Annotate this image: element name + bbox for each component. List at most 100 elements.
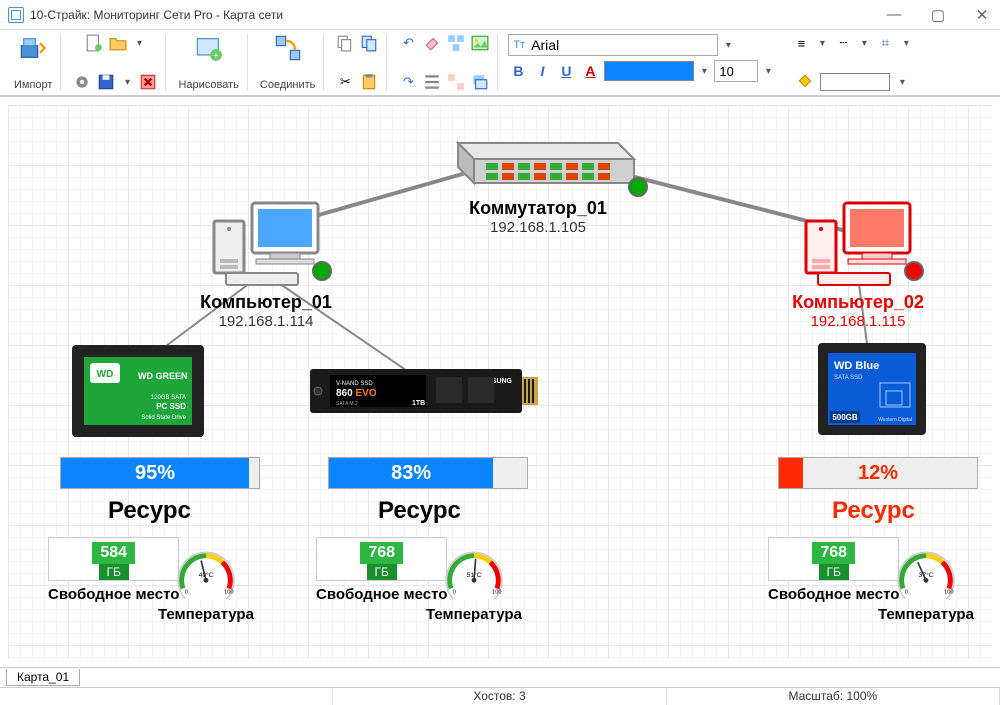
image-icon[interactable] <box>471 34 489 52</box>
font-color-button[interactable]: A <box>580 61 600 81</box>
status-zoom: Масштаб: 100% <box>667 688 1000 705</box>
ungroup-icon[interactable] <box>447 73 465 91</box>
group-icon[interactable] <box>447 34 465 52</box>
svg-text:0: 0 <box>453 589 456 595</box>
underline-button[interactable]: U <box>556 61 576 81</box>
switch-status-dot <box>628 177 648 197</box>
status-bar: Хостов: 3 Масштаб: 100% <box>0 687 1000 705</box>
tool-group-clipboard: ✂ <box>328 34 387 91</box>
svg-text:PC SSD: PC SSD <box>156 402 186 411</box>
network-map[interactable]: Коммутатор_01 192.168.1.105 Компьютер_01… <box>8 105 992 659</box>
open-dropdown[interactable]: ▾ <box>133 38 145 49</box>
svg-text:0: 0 <box>905 589 908 595</box>
size-dropdown[interactable]: ▾ <box>762 66 774 77</box>
minimize-button[interactable]: — <box>884 6 904 24</box>
tool-group-connect: Соединить <box>252 34 325 91</box>
disk2[interactable]: V-NAND SSD 860 EVO SATA M.2 1TB SAMSUNG <box>308 363 540 424</box>
redo-icon[interactable]: ↷ <box>399 73 417 91</box>
draw-icon[interactable]: + <box>195 34 223 62</box>
pc2-ip: 192.168.1.115 <box>788 313 928 330</box>
open-folder-icon[interactable] <box>109 34 127 52</box>
switch-name: Коммутатор_01 <box>438 198 638 219</box>
pc2-status-dot <box>904 261 924 281</box>
disk1[interactable]: WD WD GREEN 120GB SATA PC SSD Solid Stat… <box>68 341 208 446</box>
connect-icon[interactable] <box>274 34 302 62</box>
delete-icon[interactable] <box>139 73 157 91</box>
bounds-icon[interactable]: ⌗ <box>876 34 894 52</box>
new-file-icon[interactable] <box>85 34 103 52</box>
svg-text:100: 100 <box>944 589 954 595</box>
disk3-gauge: 37°C0100 Температура <box>878 537 974 623</box>
maximize-button[interactable]: ▢ <box>928 6 948 24</box>
status-empty <box>0 688 333 705</box>
fill-color[interactable] <box>820 73 890 91</box>
list-icon[interactable] <box>423 73 441 91</box>
bold-button[interactable]: B <box>508 61 528 81</box>
svg-text:100: 100 <box>224 589 234 595</box>
svg-text:120GB SATA: 120GB SATA <box>151 395 186 401</box>
tab-bar: Карта_01 <box>0 667 1000 687</box>
erase-icon[interactable] <box>423 34 441 52</box>
svg-text:51°C: 51°C <box>467 571 482 579</box>
toolbar: Импорт ▾ ▾ + Нарисовать Соединить ✂ <box>0 30 1000 96</box>
layers-icon[interactable] <box>471 73 489 91</box>
svg-text:860 EVO: 860 EVO <box>336 388 377 399</box>
disk2-label: Ресурс <box>378 497 461 525</box>
svg-text:+: + <box>213 51 218 61</box>
tool-group-line: ≡▾ ┄▾ ⌗▾ ▾ <box>784 34 920 91</box>
close-button[interactable]: ✕ <box>972 6 992 24</box>
svg-text:100: 100 <box>492 589 502 595</box>
app-icon <box>8 7 24 23</box>
switch-icon <box>438 123 638 193</box>
pc1-ip: 192.168.1.114 <box>196 313 336 330</box>
cut-icon[interactable]: ✂ <box>336 73 354 91</box>
svg-text:Solid State Drive: Solid State Drive <box>141 415 186 421</box>
pc1-status-dot <box>312 261 332 281</box>
tool-group-edit: ↶ ↷ <box>391 34 498 91</box>
node-switch[interactable]: Коммутатор_01 192.168.1.105 <box>438 123 638 236</box>
disk1-gauge: 40°C0100 Температура <box>158 537 254 623</box>
titlebar: 10-Страйк: Мониторинг Сети Pro - Карта с… <box>0 0 1000 30</box>
font-size[interactable]: 10 <box>714 60 758 82</box>
save-icon[interactable] <box>97 73 115 91</box>
disk1-label: Ресурс <box>108 497 191 525</box>
color-dropdown[interactable]: ▾ <box>698 66 710 77</box>
svg-text:500GB: 500GB <box>832 413 858 422</box>
disk1-progress: 95% <box>60 457 260 489</box>
disk3[interactable]: WD Blue SATA SSD 500GB Western Digital <box>814 339 930 444</box>
tool-group-import: Импорт <box>6 34 61 91</box>
ssd-icon: WD WD GREEN 120GB SATA PC SSD Solid Stat… <box>68 341 208 441</box>
svg-text:1TB: 1TB <box>412 400 425 407</box>
color-swatch[interactable] <box>604 61 694 81</box>
disk3-label: Ресурс <box>832 497 915 525</box>
import-icon[interactable] <box>19 34 47 62</box>
svg-text:Western Digital: Western Digital <box>878 417 912 423</box>
window-buttons: — ▢ ✕ <box>884 6 992 24</box>
canvas-area[interactable]: Коммутатор_01 192.168.1.105 Компьютер_01… <box>0 96 1000 667</box>
m2-ssd-icon: V-NAND SSD 860 EVO SATA M.2 1TB SAMSUNG <box>308 363 540 419</box>
duplicate-icon[interactable] <box>360 34 378 52</box>
tool-group-draw: + Нарисовать <box>170 34 247 91</box>
font-dropdown[interactable]: ▾ <box>722 40 734 51</box>
window-title: 10-Страйк: Мониторинг Сети Pro - Карта с… <box>30 8 283 22</box>
copy-icon[interactable] <box>336 34 354 52</box>
font-group: TᴛArial ▾ B I U A ▾ 10 ▾ <box>502 34 780 91</box>
tab-map1[interactable]: Карта_01 <box>6 669 80 686</box>
disk2-progress: 83% <box>328 457 528 489</box>
svg-text:V-NAND SSD: V-NAND SSD <box>336 381 373 387</box>
paste-icon[interactable] <box>360 73 378 91</box>
fill-icon[interactable] <box>796 73 814 91</box>
tool-group-file: ▾ ▾ <box>65 34 166 91</box>
svg-text:WD GREEN: WD GREEN <box>138 371 188 381</box>
connect-label: Соединить <box>260 79 316 91</box>
disk2-gauge: 51°C0100 Температура <box>426 537 522 623</box>
save-dropdown[interactable]: ▾ <box>121 77 133 88</box>
undo-icon[interactable]: ↶ <box>399 34 417 52</box>
gear-icon[interactable] <box>73 73 91 91</box>
font-selector[interactable]: TᴛArial <box>508 34 718 56</box>
svg-text:SATA M.2: SATA M.2 <box>336 401 358 407</box>
dash-style-icon[interactable]: ┄ <box>834 34 852 52</box>
italic-button[interactable]: I <box>532 61 552 81</box>
import-label: Импорт <box>14 79 52 91</box>
line-style-icon[interactable]: ≡ <box>792 34 810 52</box>
